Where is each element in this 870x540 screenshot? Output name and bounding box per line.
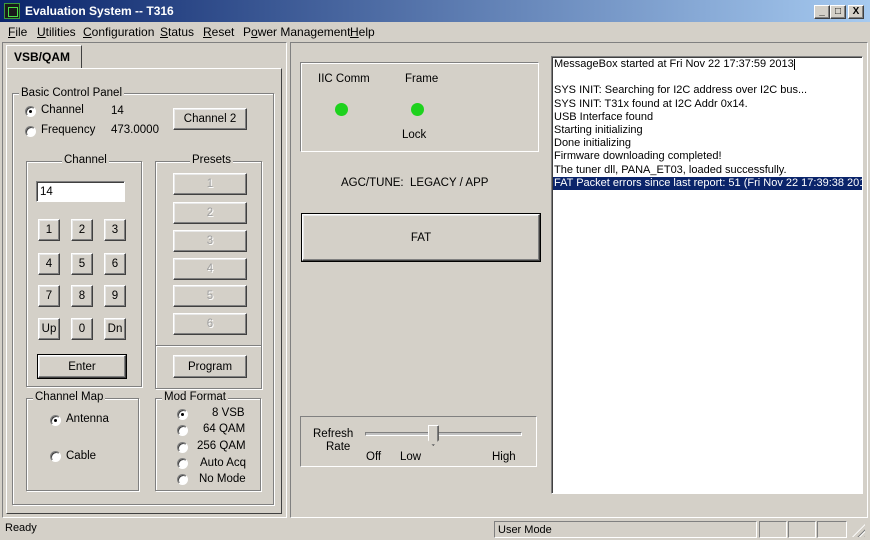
frame-label: Frame	[405, 73, 439, 85]
status-mode: User Mode	[494, 521, 757, 538]
close-button[interactable]: X	[848, 5, 864, 19]
channel-group-title: Channel	[62, 154, 109, 166]
cable-radio[interactable]	[50, 451, 61, 462]
menu-help[interactable]: Help	[350, 25, 375, 39]
frequency-value: 473.0000	[111, 124, 159, 136]
mod-256qam-radio[interactable]	[177, 442, 188, 453]
message-line: MessageBox started at Fri Nov 22 17:37:5…	[554, 58, 794, 70]
antenna-radio[interactable]	[50, 415, 61, 426]
menu-file[interactable]: File	[8, 25, 27, 39]
rate-label: Rate	[326, 441, 351, 453]
channel-mode-radio[interactable]	[25, 106, 36, 117]
preset-6-button[interactable]: 6	[173, 313, 247, 335]
fat-button[interactable]: FAT	[301, 213, 541, 262]
key-0-button[interactable]: 0	[71, 318, 93, 340]
basic-control-title: Basic Control Panel	[19, 87, 124, 99]
agc-tune-label: AGC/TUNE:	[341, 177, 404, 189]
mod-autoacq-radio[interactable]	[177, 458, 188, 469]
key-6-button[interactable]: 6	[104, 253, 126, 275]
frequency-mode-label: Frequency	[41, 124, 96, 136]
message-line: SYS INIT: T31x found at I2C Addr 0x14.	[554, 97, 748, 110]
menu-utilities[interactable]: Utilities	[37, 25, 76, 39]
key-up-button[interactable]: Up	[38, 318, 60, 340]
refresh-off-label: Off	[366, 451, 382, 463]
channel-mode-label: Channel	[41, 104, 84, 116]
menu-reset[interactable]: Reset	[203, 25, 234, 39]
key-8-button[interactable]: 8	[71, 285, 93, 307]
mod-256qam-label: 256 QAM	[197, 440, 246, 452]
mod-8vsb-radio[interactable]	[177, 409, 188, 420]
menu-bar: File Utilities Configuration Status Rese…	[0, 22, 870, 42]
status-pane-1	[759, 521, 787, 538]
minimize-button[interactable]: _	[814, 5, 830, 19]
status-pane-2	[788, 521, 816, 538]
app-chip-icon[interactable]	[4, 3, 20, 19]
menu-configuration[interactable]: Configuration	[83, 25, 154, 39]
key-4-button[interactable]: 4	[38, 253, 60, 275]
mod-nomode-label: No Mode	[199, 473, 246, 485]
key-5-button[interactable]: 5	[71, 253, 93, 275]
mod-autoacq-label: Auto Acq	[200, 457, 247, 469]
title-bar: Evaluation System -- T316 _ □ X	[0, 0, 870, 22]
refresh-high-label: High	[492, 451, 516, 463]
channel-map-title: Channel Map	[33, 391, 106, 403]
lock-label: Lock	[402, 129, 427, 141]
agc-tune-value: LEGACY / APP	[410, 177, 489, 189]
channel2-button[interactable]: Channel 2	[173, 108, 247, 130]
channel-map-group	[26, 398, 139, 491]
text-caret	[794, 59, 795, 70]
menu-status[interactable]: Status	[160, 25, 194, 39]
message-line: Starting initializing	[554, 124, 643, 136]
preset-2-button[interactable]: 2	[173, 202, 247, 224]
preset-3-button[interactable]: 3	[173, 230, 247, 252]
message-line: SYS INIT: Searching for I2C address over…	[554, 84, 808, 97]
preset-1-button[interactable]: 1	[173, 173, 247, 195]
preset-5-button[interactable]: 5	[173, 285, 247, 307]
key-3-button[interactable]: 3	[104, 219, 126, 241]
message-box[interactable]: MessageBox started at Fri Nov 22 17:37:5…	[551, 56, 863, 494]
mod-format-title: Mod Format	[162, 391, 228, 403]
key-7-button[interactable]: 7	[38, 285, 60, 307]
presets-divider	[156, 345, 261, 347]
refresh-label: Refresh	[313, 428, 354, 440]
status-text: Ready	[5, 522, 37, 534]
mod-64qam-label: 64 QAM	[203, 423, 246, 435]
mod-64qam-radio[interactable]	[177, 425, 188, 436]
message-line: Done initializing	[554, 137, 632, 150]
channel-input[interactable]	[36, 181, 125, 202]
presets-title: Presets	[190, 154, 233, 166]
key-1-button[interactable]: 1	[38, 219, 60, 241]
window-title: Evaluation System -- T316	[25, 4, 174, 18]
channel-value: 14	[111, 105, 124, 117]
resize-grip-icon[interactable]	[852, 524, 865, 537]
message-line: The tuner dll, PANA_ET03, loaded success…	[554, 163, 787, 176]
maximize-button[interactable]: □	[830, 5, 846, 19]
cable-label: Cable	[66, 450, 97, 462]
refresh-slider-track[interactable]	[365, 432, 522, 436]
frame-led	[411, 103, 424, 116]
key-9-button[interactable]: 9	[104, 285, 126, 307]
menu-power-management[interactable]: Power Management	[243, 25, 350, 39]
antenna-label: Antenna	[66, 413, 109, 425]
mod-8vsb-label: 8 VSB	[212, 407, 245, 419]
key-2-button[interactable]: 2	[71, 219, 93, 241]
status-pane-3	[817, 521, 847, 538]
mod-nomode-radio[interactable]	[177, 474, 188, 485]
iic-comm-led	[335, 103, 348, 116]
message-line: USB Interface found	[554, 110, 654, 123]
status-bar: Ready User Mode	[0, 518, 870, 540]
iic-comm-label: IIC Comm	[318, 73, 370, 85]
message-line: FAT Packet errors since last report: 51 …	[553, 176, 863, 190]
refresh-low-label: Low	[400, 451, 422, 463]
message-line: Firmware downloading completed!	[554, 150, 722, 163]
program-button[interactable]: Program	[173, 355, 247, 378]
enter-button[interactable]: Enter	[37, 354, 127, 379]
key-dn-button[interactable]: Dn	[104, 318, 126, 340]
preset-4-button[interactable]: 4	[173, 258, 247, 280]
tab-vsb-qam[interactable]: VSB/QAM	[6, 45, 82, 69]
frequency-mode-radio[interactable]	[25, 126, 36, 137]
